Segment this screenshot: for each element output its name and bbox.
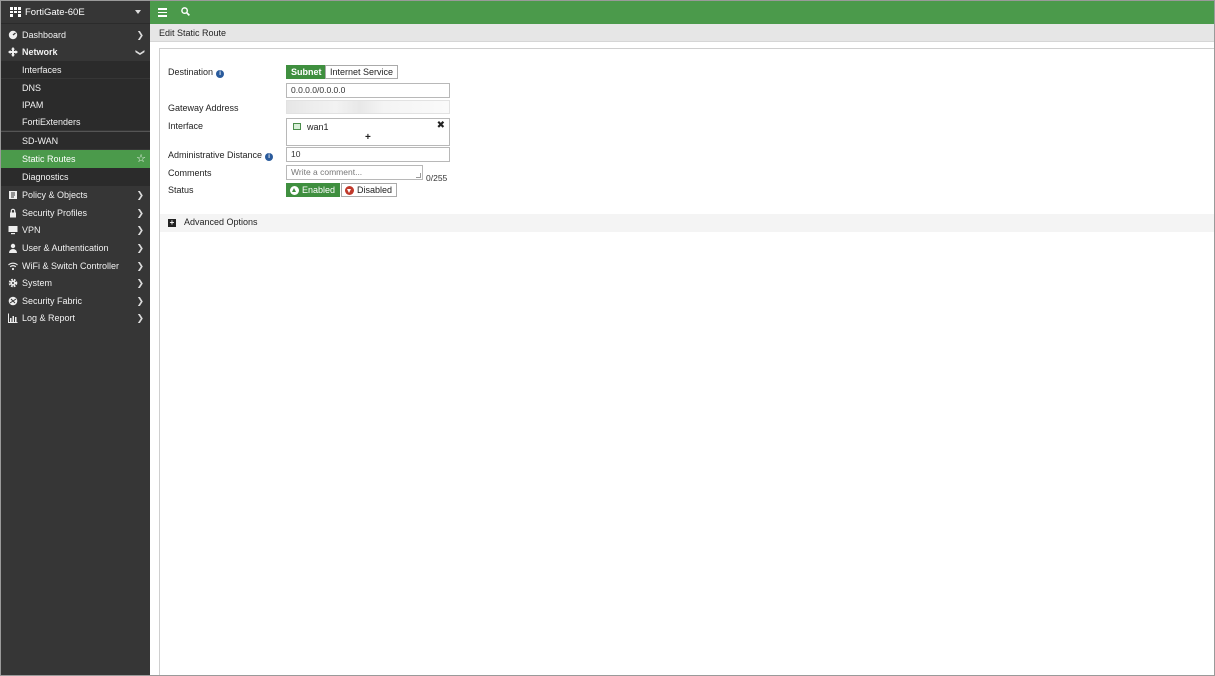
sidebar-item-vpn[interactable]: VPN ❯ bbox=[1, 221, 150, 238]
disabled-toggle[interactable]: Disabled bbox=[341, 183, 398, 197]
sidebar-item-label: WiFi & Switch Controller bbox=[22, 260, 120, 271]
interface-selector[interactable]: wan1 ✖ + bbox=[286, 118, 450, 146]
sidebar-item-network[interactable]: Network ❯ bbox=[1, 43, 150, 60]
network-icon bbox=[8, 46, 18, 57]
sidebar-item-sd-wan[interactable]: SD-WAN bbox=[1, 132, 150, 149]
sidebar-item-system[interactable]: System ❯ bbox=[1, 274, 150, 291]
info-icon[interactable]: i bbox=[216, 70, 225, 78]
chevron-right-icon: ❯ bbox=[136, 278, 144, 288]
chevron-down-icon: ❯ bbox=[135, 48, 146, 57]
sidebar: FortiGate-60E Dashboard ❯ Network ❯ Inte… bbox=[1, 1, 150, 675]
sidebar-item-label: Dashboard bbox=[22, 29, 67, 40]
sidebar-item-label: Policy & Objects bbox=[22, 189, 88, 200]
search-icon[interactable] bbox=[181, 7, 190, 16]
destination-label-text: Destination bbox=[168, 67, 214, 77]
sidebar-item-label: Security Profiles bbox=[22, 207, 88, 218]
sidebar-item-label: Network bbox=[22, 46, 58, 57]
chevron-right-icon: ❯ bbox=[136, 243, 144, 253]
internet-service-toggle[interactable]: Internet Service bbox=[325, 65, 399, 79]
enabled-label: Enabled bbox=[302, 185, 336, 195]
port-icon bbox=[293, 123, 301, 130]
chevron-right-icon: ❯ bbox=[136, 208, 144, 218]
sidebar-item-label: IPAM bbox=[22, 99, 44, 110]
sidebar-item-diagnostics[interactable]: Diagnostics bbox=[1, 168, 150, 186]
sidebar-item-label: Interfaces bbox=[22, 64, 62, 75]
advanced-options-label: Advanced Options bbox=[184, 217, 258, 227]
device-name: FortiGate-60E bbox=[25, 6, 85, 18]
sidebar-item-dashboard[interactable]: Dashboard ❯ bbox=[1, 26, 150, 43]
info-icon[interactable]: i bbox=[265, 153, 274, 161]
sidebar-item-label: FortiExtenders bbox=[22, 116, 81, 127]
sidebar-item-dns[interactable]: DNS bbox=[1, 79, 150, 96]
fabric-icon bbox=[8, 296, 18, 306]
chevron-right-icon: ❯ bbox=[136, 313, 144, 323]
sidebar-item-label: Static Routes bbox=[22, 154, 76, 164]
sidebar-item-label: Log & Report bbox=[22, 312, 76, 323]
comment-counter: 0/255 bbox=[426, 173, 448, 183]
sidebar-item-label: Security Fabric bbox=[22, 295, 83, 306]
hamburger-icon[interactable] bbox=[158, 8, 167, 17]
arrow-up-circle-icon bbox=[290, 185, 299, 195]
sidebar-item-security-profiles[interactable]: Security Profiles ❯ bbox=[1, 204, 150, 221]
sidebar-item-label: VPN bbox=[22, 224, 41, 235]
comments-textarea[interactable]: Write a comment... bbox=[286, 165, 423, 180]
lock-icon bbox=[8, 208, 18, 218]
chevron-down-icon[interactable] bbox=[135, 10, 141, 14]
admin-distance-input[interactable]: 10 bbox=[286, 147, 450, 162]
gateway-address-label: Gateway Address bbox=[168, 103, 239, 113]
gear-icon bbox=[8, 278, 18, 288]
sidebar-item-log-report[interactable]: Log & Report ❯ bbox=[1, 309, 150, 326]
destination-input[interactable]: 0.0.0.0/0.0.0.0 bbox=[286, 83, 450, 98]
wifi-icon bbox=[8, 261, 18, 271]
advanced-options-section[interactable]: + Advanced Options bbox=[160, 214, 1214, 232]
destination-label: Destination i bbox=[168, 67, 225, 78]
arrow-down-circle-icon bbox=[345, 185, 354, 195]
chevron-right-icon: ❯ bbox=[136, 296, 144, 306]
admin-distance-label-text: Administrative Distance bbox=[168, 150, 263, 160]
sidebar-item-user-authentication[interactable]: User & Authentication ❯ bbox=[1, 239, 150, 256]
monitor-icon bbox=[8, 225, 18, 235]
expand-plus-icon[interactable]: + bbox=[168, 219, 176, 227]
comments-placeholder: Write a comment... bbox=[291, 167, 363, 177]
enabled-toggle[interactable]: Enabled bbox=[286, 183, 341, 197]
sidebar-item-interfaces[interactable]: Interfaces bbox=[1, 61, 150, 78]
sidebar-item-fortiextenders[interactable]: FortiExtenders bbox=[1, 113, 150, 130]
sidebar-item-policy-objects[interactable]: Policy & Objects ❯ bbox=[1, 186, 150, 203]
interface-label: Interface bbox=[168, 121, 204, 131]
device-selector[interactable]: FortiGate-60E bbox=[1, 1, 150, 24]
close-icon[interactable]: ✖ bbox=[437, 120, 445, 131]
sidebar-item-security-fabric[interactable]: Security Fabric ❯ bbox=[1, 292, 150, 309]
interface-value: wan1 bbox=[307, 122, 329, 132]
sidebar-item-ipam[interactable]: IPAM bbox=[1, 96, 150, 113]
subnet-toggle[interactable]: Subnet bbox=[286, 65, 327, 79]
sidebar-item-label: User & Authentication bbox=[22, 242, 109, 253]
sidebar-item-label: System bbox=[22, 277, 53, 288]
sidebar-item-label: SD-WAN bbox=[22, 135, 59, 146]
star-icon[interactable]: ☆ bbox=[136, 152, 146, 165]
dashboard-icon bbox=[8, 30, 18, 40]
top-bar bbox=[150, 1, 1214, 24]
sidebar-item-label: Diagnostics bbox=[22, 172, 69, 182]
plus-icon[interactable]: + bbox=[365, 132, 371, 143]
sidebar-item-label: DNS bbox=[22, 82, 42, 93]
page-title: Edit Static Route bbox=[150, 24, 1214, 42]
status-label: Status bbox=[168, 185, 194, 195]
chevron-right-icon: ❯ bbox=[136, 190, 144, 200]
fortigate-logo-icon bbox=[10, 7, 21, 17]
disabled-label: Disabled bbox=[357, 185, 393, 195]
sidebar-item-wifi-switch[interactable]: WiFi & Switch Controller ❯ bbox=[1, 257, 150, 274]
chevron-right-icon: ❯ bbox=[136, 225, 144, 235]
chart-icon bbox=[8, 313, 18, 323]
user-icon bbox=[8, 243, 18, 253]
admin-distance-label: Administrative Distance i bbox=[168, 150, 274, 161]
sidebar-item-static-routes[interactable]: Static Routes ☆ bbox=[1, 150, 150, 168]
gateway-address-input[interactable] bbox=[286, 100, 450, 114]
chevron-right-icon: ❯ bbox=[136, 261, 144, 271]
chevron-right-icon: ❯ bbox=[136, 30, 144, 40]
resize-handle[interactable] bbox=[416, 173, 421, 178]
comments-label: Comments bbox=[168, 168, 212, 178]
policy-icon bbox=[8, 190, 18, 200]
